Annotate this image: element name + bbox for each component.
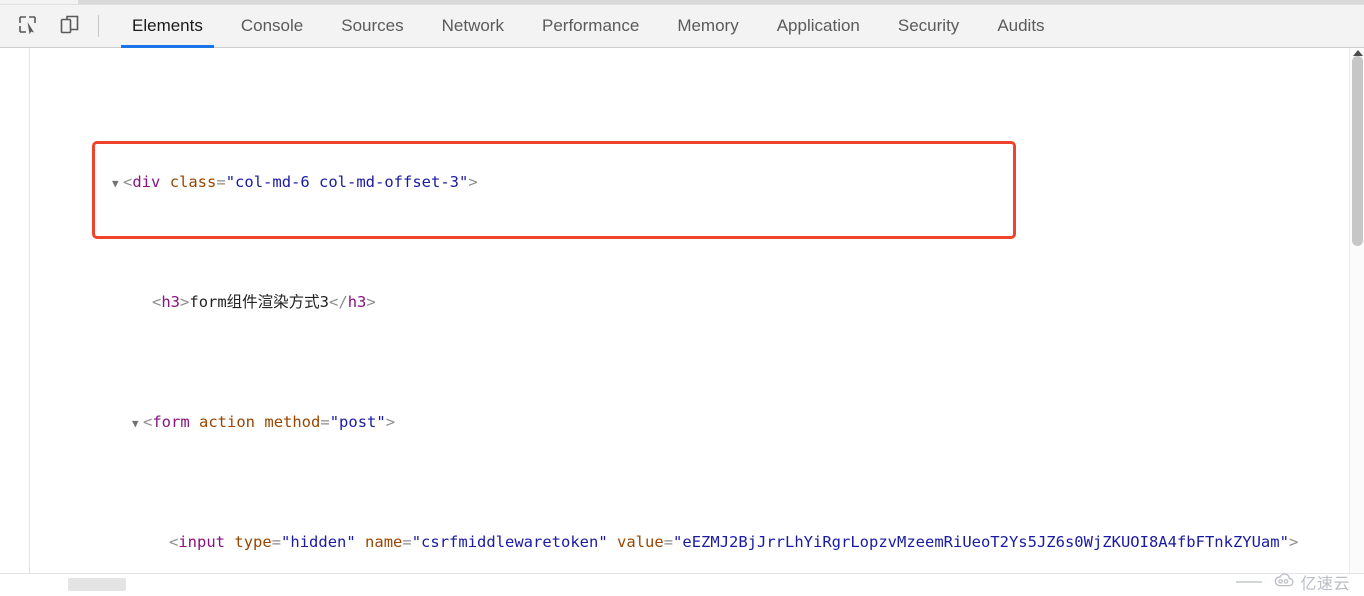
dom-source-code: ▼ <div class="col-md-6 col-md-offset-3"> … <box>0 50 1298 573</box>
tab-label: Network <box>441 16 504 35</box>
token-attr: type <box>234 533 272 551</box>
token-attr: value <box>617 533 664 551</box>
device-toolbar-button[interactable] <box>52 11 86 41</box>
vertical-scrollbar[interactable] <box>1349 48 1364 573</box>
tab-elements[interactable]: Elements <box>113 5 222 48</box>
token-value: "col-md-6 col-md-offset-3" <box>225 173 469 191</box>
tab-audits[interactable]: Audits <box>978 5 1063 48</box>
token-tag: h3 <box>347 293 367 311</box>
tab-label: Sources <box>341 16 404 35</box>
elements-dom-tree[interactable]: ▼ <div class="col-md-6 col-md-offset-3"> … <box>0 48 1364 573</box>
watermark-text: 亿速云 <box>1300 576 1350 593</box>
tab-security[interactable]: Security <box>879 5 978 48</box>
toolbar-separator <box>98 15 99 37</box>
tab-label: Memory <box>677 16 739 35</box>
tab-label: Performance <box>541 16 640 35</box>
vertical-scrollbar-thumb[interactable] <box>1352 56 1363 246</box>
token-tag: h3 <box>161 293 181 311</box>
window-drag-handle <box>78 0 1364 4</box>
expand-arrow-icon[interactable]: ▼ <box>112 172 123 196</box>
tab-memory[interactable]: Memory <box>658 5 757 48</box>
tab-label: Audits <box>997 16 1045 35</box>
token-value: "eEZMJ2BjJrrLhYiRgrLopzvMzeemRiUeoT2Ys5J… <box>673 533 1289 551</box>
tab-sources[interactable]: Sources <box>322 5 422 48</box>
watermark: 亿速云 <box>1236 570 1350 594</box>
token-value: "csrfmiddlewaretoken" <box>411 533 608 551</box>
tab-label: Console <box>240 16 304 35</box>
expand-arrow-icon[interactable]: ▼ <box>132 412 143 436</box>
token-tag: input <box>178 533 226 551</box>
token-attr: name <box>365 533 403 551</box>
token-attr: action <box>199 413 256 431</box>
token-value: "hidden" <box>281 533 356 551</box>
cloud-icon <box>1273 572 1295 593</box>
token-tag: div <box>132 173 161 191</box>
devtools-tab-bar: Elements Console Sources Network Perform… <box>113 5 1064 48</box>
tab-performance[interactable]: Performance <box>523 5 658 48</box>
token-tag: form <box>152 413 190 431</box>
dom-line-form-open[interactable]: ▼ <form action method="post"> <box>0 386 1298 431</box>
tab-application[interactable]: Application <box>758 5 879 48</box>
tab-network[interactable]: Network <box>423 5 523 48</box>
device-toolbar-icon <box>59 14 80 39</box>
tab-label: Application <box>776 16 860 35</box>
token-attr: method <box>264 413 321 431</box>
dom-line-input-csrf[interactable]: <input type="hidden" name="csrfmiddlewar… <box>0 506 1298 551</box>
tab-label: Security <box>897 16 960 35</box>
dom-line-div-open[interactable]: ▼ <div class="col-md-6 col-md-offset-3"> <box>0 146 1298 191</box>
tab-console[interactable]: Console <box>222 5 322 48</box>
token-value: "post" <box>329 413 386 431</box>
tab-label: Elements <box>132 16 203 35</box>
inspect-element-button[interactable] <box>10 11 44 41</box>
horizontal-scrollbar-thumb[interactable] <box>68 578 126 591</box>
token-attr: class <box>169 173 217 191</box>
horizontal-scrollbar[interactable] <box>0 573 1364 596</box>
token-text: form组件渲染方式3 <box>189 293 330 311</box>
dom-line-h3[interactable]: <h3>form组件渲染方式3</h3> <box>0 266 1298 311</box>
watermark-divider <box>1236 581 1263 583</box>
inspect-element-icon <box>17 14 38 39</box>
devtools-toolbar: Elements Console Sources Network Perform… <box>0 5 1364 48</box>
